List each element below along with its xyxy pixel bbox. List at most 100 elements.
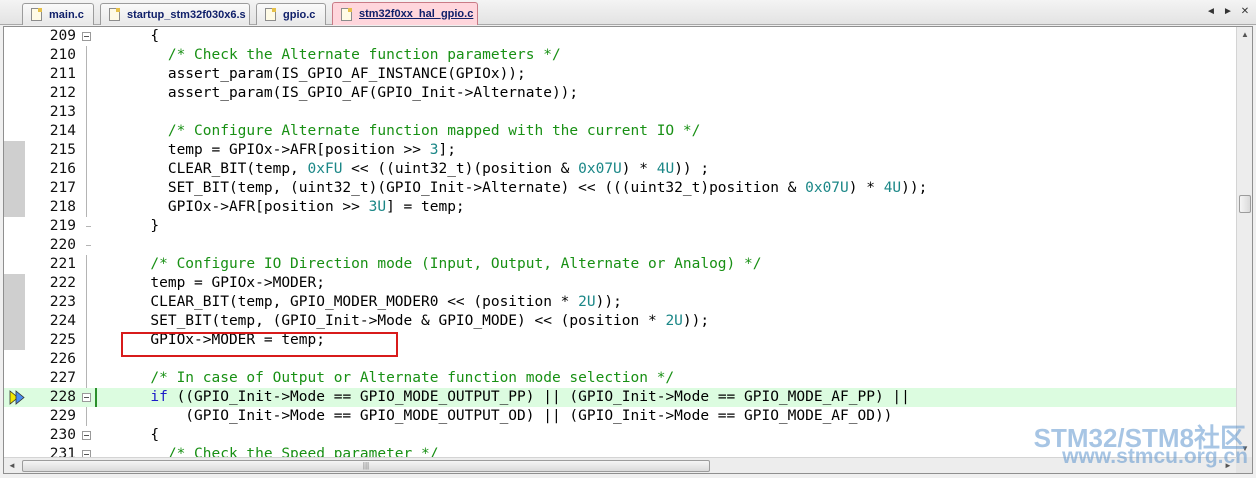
code-line[interactable]: 224 SET_BIT(temp, (GPIO_Init->Mode & GPI… xyxy=(4,312,1236,331)
code-line[interactable]: 220 xyxy=(4,236,1236,255)
watermark-url: www.stmcu.org.cn xyxy=(1062,445,1248,468)
file-tab[interactable]: startup_stm32f030x6.s xyxy=(100,3,250,25)
line-number: 209 xyxy=(49,28,76,44)
code-line[interactable]: 221 /* Configure IO Direction mode (Inpu… xyxy=(4,255,1236,274)
code-number: 4U xyxy=(883,180,902,196)
code-area[interactable]: 209 {210 /* Check the Alternate function… xyxy=(4,27,1236,457)
code-line[interactable]: 214 /* Configure Alternate function mapp… xyxy=(4,122,1236,141)
code-line[interactable]: 219 } xyxy=(4,217,1236,236)
file-tab-bar: main.c startup_stm32f030x6.s gpio.c stm32f0… xyxy=(0,0,1256,25)
code-token: SET_BIT(temp, (GPIO_Init->Mode & GPIO_MO… xyxy=(98,313,666,329)
code-line[interactable]: 218 GPIOx->AFR[position >> 3U] = temp; xyxy=(4,198,1236,217)
fold-guide-line xyxy=(86,369,87,388)
line-number: 216 xyxy=(49,161,76,177)
tab-scroll-left-button[interactable]: ◄ xyxy=(1205,6,1217,17)
code-text: SET_BIT(temp, (GPIO_Init->Mode & GPIO_MO… xyxy=(98,312,709,331)
tab-scroll-right-button[interactable]: ► xyxy=(1222,6,1234,17)
code-line[interactable]: 226 xyxy=(4,350,1236,369)
code-text: assert_param(IS_GPIO_AF(GPIO_Init->Alter… xyxy=(98,84,578,103)
line-number: 223 xyxy=(49,294,76,310)
code-line[interactable]: 213 xyxy=(4,103,1236,122)
code-token: )) ; xyxy=(674,161,710,177)
fold-toggle-icon[interactable] xyxy=(82,431,91,440)
code-text: temp = GPIOx->MODER; xyxy=(98,274,325,293)
code-text: CLEAR_BIT(temp, 0xFU << ((uint32_t)(posi… xyxy=(98,160,709,179)
code-comment: /* Check the Alternate function paramete… xyxy=(98,47,561,63)
code-token: CLEAR_BIT(temp, xyxy=(98,161,308,177)
file-tab-label: gpio.c xyxy=(283,8,316,21)
fold-guide-line xyxy=(86,46,87,65)
code-text: { xyxy=(98,426,159,445)
code-line[interactable]: 217 SET_BIT(temp, (uint32_t)(GPIO_Init->… xyxy=(4,179,1236,198)
code-line[interactable]: 216 CLEAR_BIT(temp, 0xFU << ((uint32_t)(… xyxy=(4,160,1236,179)
vertical-scrollbar[interactable]: ▲ ▼ xyxy=(1236,27,1252,457)
line-number: 221 xyxy=(49,256,76,272)
horizontal-scroll-thumb[interactable]: ||| xyxy=(22,460,710,472)
code-text: (GPIO_Init->Mode == GPIO_MODE_OUTPUT_OD)… xyxy=(98,407,892,426)
code-editor[interactable]: 209 {210 /* Check the Alternate function… xyxy=(3,26,1253,474)
code-text: if ((GPIO_Init->Mode == GPIO_MODE_OUTPUT… xyxy=(98,388,910,407)
code-text: /* Check the Alternate function paramete… xyxy=(98,46,561,65)
code-line[interactable]: 209 { xyxy=(4,27,1236,46)
file-icon xyxy=(265,8,276,21)
code-token: } xyxy=(98,218,160,234)
fold-end-marker xyxy=(86,226,91,227)
fold-toggle-icon[interactable] xyxy=(82,32,91,41)
horizontal-scrollbar[interactable]: ◄ ||| ► xyxy=(4,457,1236,473)
code-text: /* Check the Speed parameter */ xyxy=(98,445,439,457)
close-tab-icon[interactable]: ✕ xyxy=(1239,6,1251,17)
file-tab[interactable]: main.c xyxy=(22,3,94,25)
code-line[interactable]: 212 assert_param(IS_GPIO_AF(GPIO_Init->A… xyxy=(4,84,1236,103)
code-text: /* Configure IO Direction mode (Input, O… xyxy=(98,255,761,274)
code-line[interactable]: 210 /* Check the Alternate function para… xyxy=(4,46,1236,65)
code-comment: /* Configure IO Direction mode (Input, O… xyxy=(98,256,762,272)
line-number: 231 xyxy=(49,446,76,457)
file-tab-label: stm32f0xx_hal_gpio.c xyxy=(359,8,474,20)
file-tab[interactable]: stm32f0xx_hal_gpio.c xyxy=(332,2,478,25)
fold-toggle-icon[interactable] xyxy=(82,450,91,457)
code-line[interactable]: 227 /* In case of Output or Alternate fu… xyxy=(4,369,1236,388)
code-keyword: if xyxy=(98,389,168,405)
code-number: 0x07U xyxy=(805,180,849,196)
code-token: )); xyxy=(901,180,928,196)
scroll-left-arrow-icon[interactable]: ◄ xyxy=(4,458,20,473)
code-token: )); xyxy=(682,313,710,329)
code-number: 2U xyxy=(665,313,683,329)
fold-guide-line xyxy=(86,407,87,426)
code-line[interactable]: 222 temp = GPIOx->MODER; xyxy=(4,274,1236,293)
fold-toggle-icon[interactable] xyxy=(82,393,91,402)
code-token: GPIOx->AFR[position >> xyxy=(98,199,369,215)
file-tab[interactable]: gpio.c xyxy=(256,3,326,25)
code-token: GPIOx->MODER = temp; xyxy=(98,332,325,348)
fold-guide-line xyxy=(86,179,87,198)
code-line[interactable]: 211 assert_param(IS_GPIO_AF_INSTANCE(GPI… xyxy=(4,65,1236,84)
code-number: 0x07U xyxy=(578,161,622,177)
fold-guide-line xyxy=(86,122,87,141)
code-token: ] = temp; xyxy=(386,199,465,215)
line-number: 225 xyxy=(49,332,76,348)
scroll-up-arrow-icon[interactable]: ▲ xyxy=(1237,27,1252,43)
code-text: CLEAR_BIT(temp, GPIO_MODER_MODER0 << (po… xyxy=(98,293,621,312)
line-number: 214 xyxy=(49,123,76,139)
file-icon xyxy=(109,8,120,21)
code-text: assert_param(IS_GPIO_AF_INSTANCE(GPIOx))… xyxy=(98,65,526,84)
code-line[interactable]: 223 CLEAR_BIT(temp, GPIO_MODER_MODER0 <<… xyxy=(4,293,1236,312)
fold-guide-line xyxy=(86,312,87,331)
code-token: { xyxy=(98,427,160,443)
code-token: ((GPIO_Init->Mode == GPIO_MODE_OUTPUT_PP… xyxy=(167,389,910,405)
code-token: SET_BIT(temp, (uint32_t)(GPIO_Init->Alte… xyxy=(98,180,806,196)
fold-guide-line xyxy=(86,160,87,179)
code-token: { xyxy=(98,28,160,44)
code-token: assert_param(IS_GPIO_AF(GPIO_Init->Alter… xyxy=(98,85,579,101)
line-number: 213 xyxy=(49,104,76,120)
code-comment: /* Check the Speed parameter */ xyxy=(98,446,439,457)
line-number: 215 xyxy=(49,142,76,158)
vertical-scroll-thumb[interactable] xyxy=(1239,195,1251,213)
fold-guide-line xyxy=(86,84,87,103)
line-number: 222 xyxy=(49,275,76,291)
code-line[interactable]: 225 GPIOx->MODER = temp; xyxy=(4,331,1236,350)
file-tab-label: startup_stm32f030x6.s xyxy=(127,8,246,21)
code-line[interactable]: 228 if ((GPIO_Init->Mode == GPIO_MODE_OU… xyxy=(4,388,1236,407)
fold-guide-line xyxy=(86,274,87,293)
code-line[interactable]: 215 temp = GPIOx->AFR[position >> 3]; xyxy=(4,141,1236,160)
